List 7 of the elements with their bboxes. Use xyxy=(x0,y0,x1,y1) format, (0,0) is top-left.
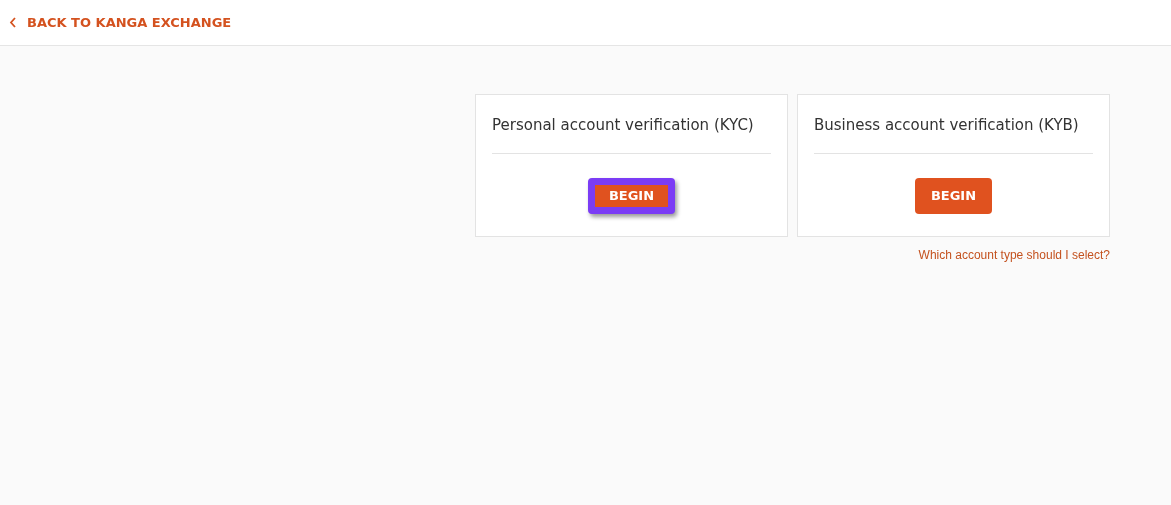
back-link[interactable]: BACK TO KANGA EXCHANGE xyxy=(9,12,232,33)
card-title: Personal account verification (KYC) xyxy=(492,114,771,154)
help-link[interactable]: Which account type should I select? xyxy=(918,246,1110,264)
chevron-left-icon xyxy=(9,17,17,28)
begin-button[interactable]: BEGIN xyxy=(914,177,993,214)
begin-button[interactable]: BEGIN xyxy=(587,177,676,214)
card-title: Business account verification (KYB) xyxy=(814,114,1093,154)
